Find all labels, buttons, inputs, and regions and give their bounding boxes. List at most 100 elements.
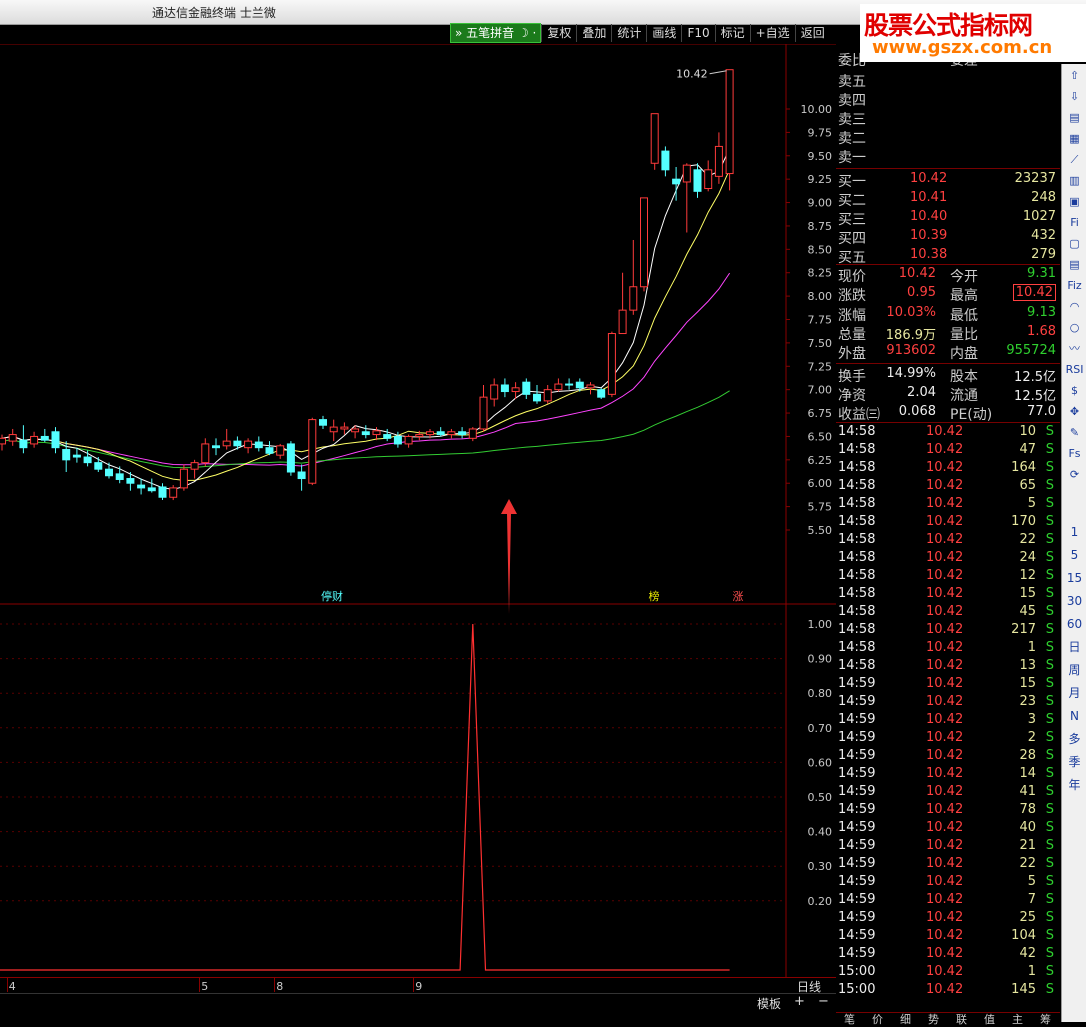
date-axis-label: 8 (276, 980, 284, 993)
grid-icon[interactable]: ▦ (1064, 129, 1085, 149)
date-axis-divider (6, 978, 8, 992)
period-button[interactable]: 周 (1064, 660, 1085, 680)
period-button[interactable]: 60 (1064, 614, 1085, 634)
stat-value: 2.04 (907, 384, 936, 400)
ime-indicator-button[interactable]: » 五笔拼音 ☽ · (450, 23, 542, 43)
wave-icon[interactable]: 〰 (1064, 339, 1085, 359)
period-button[interactable]: 15 (1064, 568, 1085, 588)
buy-level-volume: 23237 (1014, 171, 1056, 186)
tick-price: 10.42 (926, 910, 964, 925)
arrow-up-icon[interactable]: ⇧ (1064, 66, 1085, 86)
refresh-icon[interactable]: ⟳ (1064, 465, 1085, 485)
tick-time: 14:59 (838, 676, 876, 691)
tick-time: 14:59 (838, 712, 876, 727)
panel-icon[interactable]: ▣ (1064, 192, 1085, 212)
candle-icon[interactable]: ▥ (1064, 171, 1085, 191)
zoom-out-button[interactable]: − (818, 994, 829, 1009)
arc-icon[interactable]: ◠ (1064, 297, 1085, 317)
sell-level-row: 卖三 (836, 109, 1060, 128)
candle-body (383, 434, 392, 439)
sell-level-row: 卖一 (836, 147, 1060, 166)
zoom-in-button[interactable]: + (794, 994, 805, 1009)
stat-label: 净资 (838, 387, 866, 404)
tick-price: 10.42 (926, 712, 964, 727)
tick-time: 14:58 (838, 622, 876, 637)
buy-level-row: 买四 10.39 432 (836, 228, 1060, 247)
trade-tick-row: 14:58 10.42 1 S (836, 640, 1060, 658)
arrow-down-icon[interactable]: ⇩ (1064, 87, 1085, 107)
toolbar-stats-button[interactable]: 统计 (611, 24, 646, 42)
trade-tick-row: 14:58 10.42 217 S (836, 622, 1060, 640)
toolbar-f10-button[interactable]: F10 (681, 24, 714, 42)
period-button[interactable]: 月 (1064, 683, 1085, 703)
dollar-icon[interactable]: $ (1064, 381, 1085, 401)
candle-body (650, 113, 659, 164)
quote-tab[interactable]: 值 (984, 1011, 995, 1027)
tick-time: 14:59 (838, 928, 876, 943)
candle-body (340, 426, 349, 430)
buy-level-row: 买三 10.40 1027 (836, 209, 1060, 228)
toolbar-back-button[interactable]: 返回 (794, 24, 830, 42)
toolbar-overlay-button[interactable]: 叠加 (576, 24, 611, 42)
pencil-icon[interactable]: ✎ (1064, 423, 1085, 443)
stat-row: 换手 14.99% 股本 12.5亿 (836, 366, 1060, 385)
price-tick-label: 8.00 (808, 290, 833, 303)
tick-price: 10.42 (926, 928, 964, 943)
tick-price: 10.42 (926, 658, 964, 673)
template-button[interactable]: 模板 (757, 995, 781, 1012)
fib-icon[interactable]: Fi (1064, 213, 1085, 233)
candle-body (586, 384, 595, 389)
toolbar-mark-button[interactable]: 标记 (714, 24, 750, 42)
quote-tab[interactable]: 主 (1012, 1011, 1023, 1027)
trend-icon[interactable]: ⟋ (1064, 150, 1085, 170)
buy-level-label: 买三 (838, 212, 866, 228)
trade-tick-row: 15:00 10.42 145 S (836, 982, 1060, 1000)
trade-tick-row: 14:59 10.42 42 S (836, 946, 1060, 964)
quote-tab[interactable]: 筹 (1040, 1011, 1051, 1027)
fiz-icon[interactable]: Fiz (1064, 276, 1085, 296)
tick-time: 14:59 (838, 784, 876, 799)
period-button[interactable]: 季 (1064, 752, 1085, 772)
note-icon[interactable]: ▤ (1064, 255, 1085, 275)
site-watermark: 股票公式指标网 www.gszx.com.cn (860, 4, 1086, 62)
indicator-tick-label: 0.20 (808, 895, 833, 908)
quote-tab[interactable]: 势 (928, 1011, 939, 1027)
quote-tab[interactable]: 联 (956, 1011, 967, 1027)
tick-time: 14:58 (838, 532, 876, 547)
period-button[interactable]: N (1064, 706, 1085, 726)
list-icon[interactable]: ▤ (1064, 108, 1085, 128)
quote-tab[interactable]: 细 (900, 1011, 911, 1027)
toolbar-draw-button[interactable]: 画线 (646, 24, 681, 42)
buy-level-volume: 1027 (1022, 209, 1056, 224)
period-button[interactable]: 5 (1064, 545, 1085, 565)
tick-time: 14:59 (838, 856, 876, 871)
trade-tick-row: 14:58 10.42 47 S (836, 442, 1060, 460)
candle-body (393, 435, 402, 445)
period-button[interactable]: 多 (1064, 729, 1085, 749)
price-tick-label: 7.75 (808, 314, 833, 327)
circle-icon[interactable]: ○ (1064, 318, 1085, 338)
rsi-icon[interactable]: RSI (1064, 360, 1085, 380)
fs-icon[interactable]: Fs (1064, 444, 1085, 464)
period-button[interactable]: 日 (1064, 637, 1085, 657)
candle-body (361, 431, 370, 436)
tick-time: 14:58 (838, 424, 876, 439)
stat-value: 913602 (886, 343, 936, 359)
quote-tab[interactable]: 价 (872, 1011, 883, 1027)
window-icon[interactable]: ▢ (1064, 234, 1085, 254)
tick-price: 10.42 (926, 550, 964, 565)
period-button[interactable]: 30 (1064, 591, 1085, 611)
move-icon[interactable]: ✥ (1064, 402, 1085, 422)
tick-volume: 170 (1011, 514, 1036, 529)
toolbar-add-watchlist-button[interactable]: +自选 (749, 24, 795, 42)
tick-direction: S (1045, 568, 1054, 583)
toolbar-fuquan-button[interactable]: 复权 (541, 24, 576, 42)
period-button[interactable]: 年 (1064, 775, 1085, 795)
max-price-label: 10.42 (676, 68, 708, 81)
tick-direction: S (1045, 784, 1054, 799)
stat-row: 收益㈢ 0.068 PE(动) 77.0 (836, 404, 1060, 423)
period-button[interactable]: 1 (1064, 522, 1085, 542)
kline-chart[interactable]: 10.00 9.75 9.50 9.25 9.00 8.75 8.50 8.25 8.00 7.7… (0, 44, 836, 977)
quote-tab[interactable]: 笔 (844, 1011, 855, 1027)
tick-volume: 41 (1019, 784, 1036, 799)
